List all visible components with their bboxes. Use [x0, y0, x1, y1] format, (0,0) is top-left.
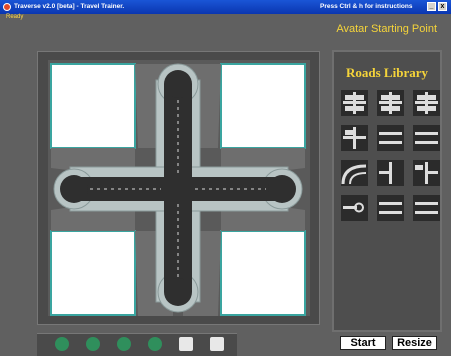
start-button[interactable]: Start: [340, 336, 386, 350]
road-tile-cross-grid[interactable]: [413, 90, 440, 116]
title-bar[interactable]: Traverse v2.0 [beta] - Travel Trainer. P…: [0, 0, 451, 14]
map-canvas[interactable]: [48, 60, 310, 316]
grid-icon[interactable]: [117, 337, 131, 351]
map-panel[interactable]: [37, 51, 320, 325]
road-tile-cross-grid[interactable]: [377, 90, 404, 116]
rotate-icon[interactable]: [86, 337, 100, 351]
empty-block[interactable]: [50, 63, 136, 149]
roads-library-panel: Roads Library: [332, 50, 442, 332]
status-text: Ready: [6, 14, 24, 20]
delete-icon[interactable]: [55, 337, 69, 351]
app-window: Traverse v2.0 [beta] - Travel Trainer. P…: [0, 0, 451, 356]
minimize-button[interactable]: _: [427, 2, 436, 11]
road-tile-t-junction[interactable]: [413, 160, 440, 186]
app-icon: [3, 3, 11, 11]
road-tile-straight-double[interactable]: [413, 195, 440, 221]
open-icon[interactable]: [210, 337, 224, 351]
road-tile-cross-t[interactable]: [341, 125, 368, 151]
empty-block[interactable]: [220, 230, 306, 316]
road-tile-cross-grid[interactable]: [341, 90, 368, 116]
bottom-toolbar: [37, 333, 237, 356]
road-tile-dead-end[interactable]: [341, 195, 368, 221]
road-tile-straight-double[interactable]: [413, 125, 440, 151]
road-tile-curve[interactable]: [341, 160, 368, 186]
zoom-icon[interactable]: [148, 337, 162, 351]
instructions-hint: Press Ctrl & h for instructions: [320, 3, 413, 10]
library-title: Roads Library: [346, 65, 428, 80]
road-tile-straight-double[interactable]: [377, 195, 404, 221]
close-button[interactable]: x: [438, 2, 447, 11]
save-icon[interactable]: [179, 337, 193, 351]
resize-button[interactable]: Resize: [392, 336, 437, 350]
empty-block[interactable]: [220, 63, 306, 149]
window-title: Traverse v2.0 [beta] - Travel Trainer.: [14, 3, 125, 10]
road-tile-corner[interactable]: [377, 160, 404, 186]
empty-block[interactable]: [50, 230, 136, 316]
mode-title: Avatar Starting Point: [336, 23, 437, 35]
road-tile-straight-double[interactable]: [377, 125, 404, 151]
